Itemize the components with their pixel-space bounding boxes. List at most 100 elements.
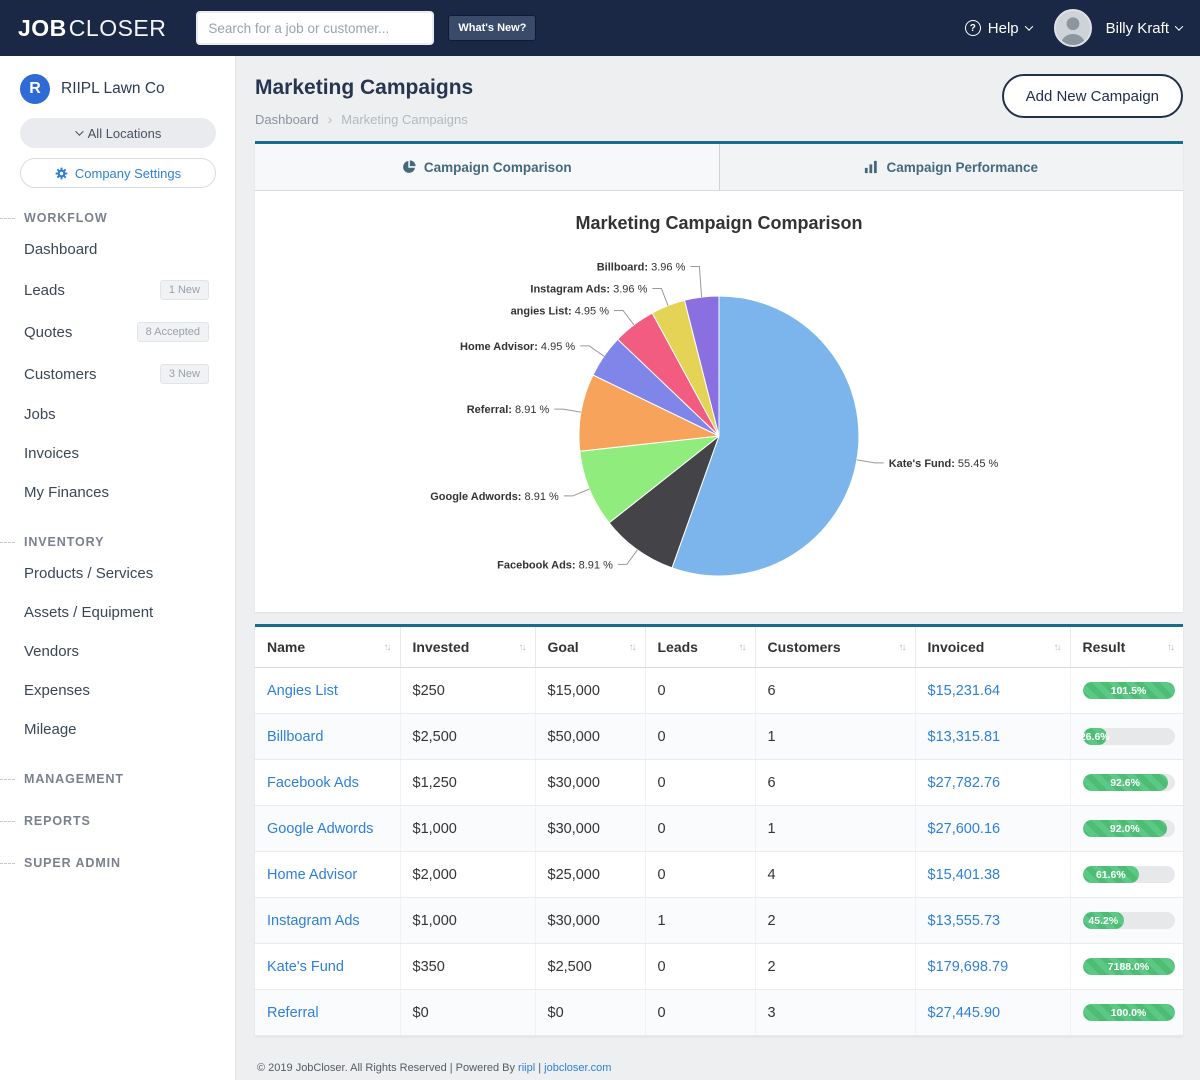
campaign-link-kate-s-fund[interactable]: Kate's Fund xyxy=(267,959,344,975)
cell-leads: 0 xyxy=(645,806,755,852)
badge-customers: 3 New xyxy=(160,364,209,384)
sort-icon: ↑↓ xyxy=(384,642,390,653)
chart-area: Marketing Campaign Comparison Kate's Fun… xyxy=(255,191,1183,612)
sidebar-item-jobs[interactable]: Jobs xyxy=(0,395,235,434)
sidebar-item-invoices[interactable]: Invoices xyxy=(0,434,235,473)
invoiced-link-billboard[interactable]: $13,315.81 xyxy=(928,729,1001,745)
campaign-link-facebook-ads[interactable]: Facebook Ads xyxy=(267,775,359,791)
cell-customers: 4 xyxy=(755,852,915,898)
cell-leads: 0 xyxy=(645,944,755,990)
column-header-result[interactable]: Result↑↓ xyxy=(1070,627,1183,668)
search-input[interactable] xyxy=(196,11,434,45)
sidebar-item-leads[interactable]: Leads 1 New xyxy=(0,269,235,311)
column-header-name[interactable]: Name ↑↓ xyxy=(255,627,400,668)
table-row: Instagram Ads$1,000$30,00012$13,555.7345… xyxy=(255,898,1183,944)
chart-title: Marketing Campaign Comparison xyxy=(255,213,1183,234)
campaign-link-referral[interactable]: Referral xyxy=(267,1005,319,1021)
column-header-invoiced[interactable]: Invoiced↑↓ xyxy=(915,627,1070,668)
sidebar-item-label: Products / Services xyxy=(24,565,153,582)
result-progress-bar: 45.2% xyxy=(1083,912,1175,929)
result-progress-bar: 101.5% xyxy=(1083,682,1175,699)
sidebar-section-workflow[interactable]: WORKFLOW xyxy=(0,204,235,230)
bar-chart-icon xyxy=(864,160,878,174)
tab-campaign-comparison[interactable]: Campaign Comparison xyxy=(255,144,719,190)
help-menu[interactable]: ? Help xyxy=(965,20,1032,37)
sidebar-section-management[interactable]: MANAGEMENT xyxy=(0,765,235,791)
campaign-link-angies-list[interactable]: Angies List xyxy=(267,683,338,699)
column-label: Result xyxy=(1083,639,1126,655)
breadcrumb-dashboard[interactable]: Dashboard xyxy=(255,112,319,127)
invoiced-link-facebook-ads[interactable]: $27,782.76 xyxy=(928,775,1001,791)
sidebar-item-dashboard[interactable]: Dashboard xyxy=(0,230,235,269)
column-label: Customers xyxy=(768,639,841,655)
cell-invoiced: $27,782.76 xyxy=(915,760,1070,806)
sidebar-item-quotes[interactable]: Quotes8 Accepted xyxy=(0,311,235,353)
sidebar-item-label: Vendors xyxy=(24,643,79,660)
company-settings-button[interactable]: Company Settings xyxy=(20,158,216,188)
result-progress-fill: 7188.0% xyxy=(1083,958,1175,975)
campaign-link-google-adwords[interactable]: Google Adwords xyxy=(267,821,373,837)
app-logo[interactable]: JOBCLOSER xyxy=(18,15,166,42)
help-question-icon: ? xyxy=(965,20,981,36)
table-row: Google Adwords$1,000$30,00001$27,600.169… xyxy=(255,806,1183,852)
sidebar-item-label: Assets / Equipment xyxy=(24,604,153,621)
table-row: Billboard$2,500$50,00001$13,315.8126.6% xyxy=(255,714,1183,760)
cell-leads: 0 xyxy=(645,852,755,898)
pie-label-connector xyxy=(564,489,590,496)
sidebar-item-assets-equipment[interactable]: Assets / Equipment xyxy=(0,593,235,632)
cell-goal: $25,000 xyxy=(535,852,645,898)
sidebar-section-inventory[interactable]: INVENTORY xyxy=(0,528,235,554)
cell-customers: 2 xyxy=(755,944,915,990)
invoiced-link-google-adwords[interactable]: $27,600.16 xyxy=(928,821,1001,837)
column-label: Name xyxy=(267,639,305,655)
cell-result: 26.6% xyxy=(1070,714,1183,760)
cell-invested: $350 xyxy=(400,944,535,990)
jobcloser-link[interactable]: jobcloser.com xyxy=(544,1062,611,1074)
invoiced-link-angies-list[interactable]: $15,231.64 xyxy=(928,683,1001,699)
chart-card: Campaign Comparison Campaign Performance… xyxy=(255,141,1183,612)
sidebar-section-reports[interactable]: REPORTS xyxy=(0,807,235,833)
sidebar-item-customers[interactable]: Customers3 New xyxy=(0,353,235,395)
user-menu[interactable]: Billy Kraft xyxy=(1106,20,1182,37)
campaign-link-billboard[interactable]: Billboard xyxy=(267,729,323,745)
sort-icon: ↑↓ xyxy=(519,642,525,653)
campaign-link-home-advisor[interactable]: Home Advisor xyxy=(267,867,357,883)
sidebar-item-products-services[interactable]: Products / Services xyxy=(0,554,235,593)
column-header-leads[interactable]: Leads↑↓ xyxy=(645,627,755,668)
sidebar-item-my-finances[interactable]: My Finances xyxy=(0,473,235,512)
cell-invested: $1,000 xyxy=(400,898,535,944)
sidebar-item-expenses[interactable]: Expenses xyxy=(0,671,235,710)
cell-invested: $1,250 xyxy=(400,760,535,806)
column-header-customers[interactable]: Customers↑↓ xyxy=(755,627,915,668)
result-progress-fill: 26.6% xyxy=(1083,728,1107,745)
sidebar-section-super-admin[interactable]: SUPER ADMIN xyxy=(0,849,235,875)
all-locations-dropdown[interactable]: All Locations xyxy=(20,118,216,148)
invoiced-link-kate-s-fund[interactable]: $179,698.79 xyxy=(928,959,1009,975)
avatar[interactable] xyxy=(1054,9,1092,47)
cell-customers: 2 xyxy=(755,898,915,944)
table-row: Referral$0$003$27,445.90100.0% xyxy=(255,990,1183,1036)
result-percentage: 101.5% xyxy=(1111,685,1147,697)
pie-label-connector xyxy=(580,346,604,356)
cell-invoiced: $27,600.16 xyxy=(915,806,1070,852)
column-header-goal[interactable]: Goal↑↓ xyxy=(535,627,645,668)
badge-leads: 1 New xyxy=(160,280,209,300)
result-progress-bar: 100.0% xyxy=(1083,1004,1175,1021)
sidebar-item-vendors[interactable]: Vendors xyxy=(0,632,235,671)
add-new-campaign-button[interactable]: Add New Campaign xyxy=(1002,74,1183,118)
cell-name: Facebook Ads xyxy=(255,760,400,806)
invoiced-link-home-advisor[interactable]: $15,401.38 xyxy=(928,867,1001,883)
cell-name: Google Adwords xyxy=(255,806,400,852)
column-header-invested[interactable]: Invested↑↓ xyxy=(400,627,535,668)
footer-copyright: © 2019 JobCloser. All Rights Reserved | … xyxy=(257,1062,518,1074)
campaign-link-instagram-ads[interactable]: Instagram Ads xyxy=(267,913,360,929)
riipl-link[interactable]: riipl xyxy=(518,1062,535,1074)
invoiced-link-instagram-ads[interactable]: $13,555.73 xyxy=(928,913,1001,929)
whats-new-button[interactable]: What's New? xyxy=(448,15,536,41)
invoiced-link-referral[interactable]: $27,445.90 xyxy=(928,1005,1001,1021)
sidebar-item-label: Mileage xyxy=(24,721,77,738)
tab-campaign-performance[interactable]: Campaign Performance xyxy=(719,144,1184,190)
sidebar-item-mileage[interactable]: Mileage xyxy=(0,710,235,749)
sidebar-item-label: Leads xyxy=(24,282,65,299)
pie-label-billboard: Billboard: 3.96 % xyxy=(597,262,686,274)
